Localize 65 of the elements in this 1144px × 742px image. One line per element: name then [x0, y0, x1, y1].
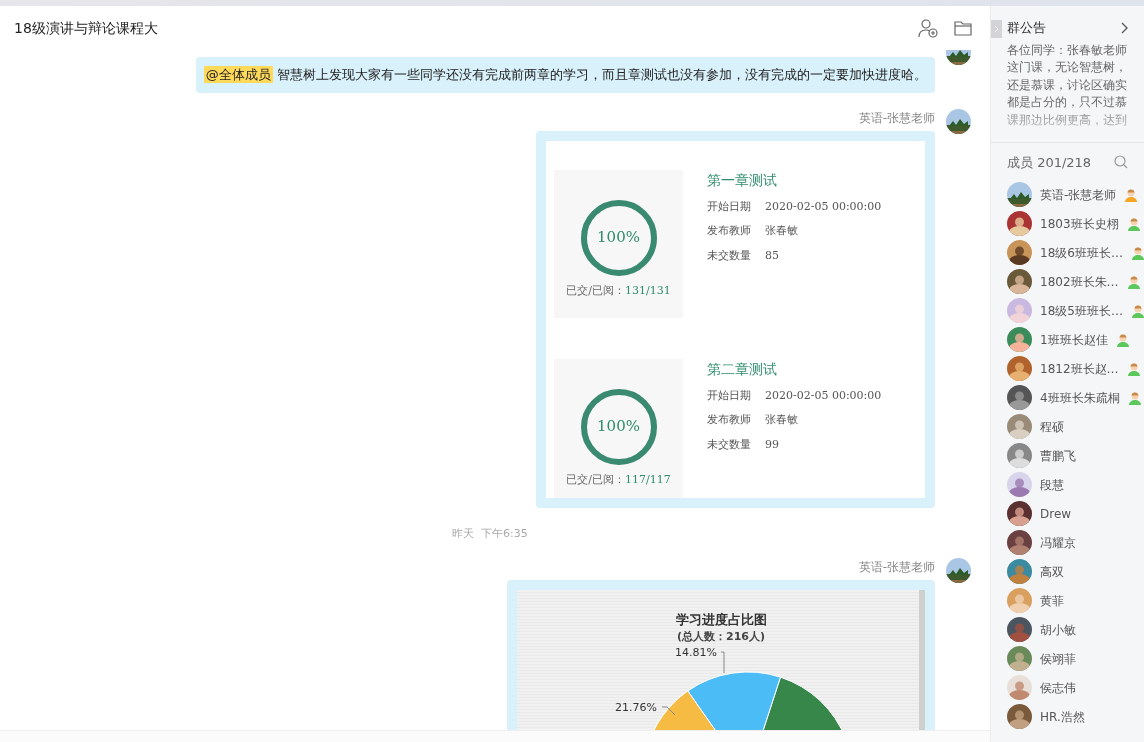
person-icon [1115, 332, 1130, 347]
member-item[interactable]: HR.浩然 [991, 702, 1144, 731]
person-icon [1124, 187, 1139, 202]
data-label: 21.76% [615, 701, 657, 714]
quiz-title: 第二章测试 [707, 359, 778, 379]
search-icon[interactable] [1114, 155, 1128, 170]
person-icon [1130, 245, 1144, 260]
member-item[interactable]: 1812班长赵… [991, 354, 1144, 383]
input-area[interactable] [0, 730, 990, 742]
member-item[interactable]: 1班班长赵佳 [991, 325, 1144, 354]
member-item[interactable]: 段慧 [991, 470, 1144, 499]
member-item[interactable]: Drew [991, 499, 1144, 528]
person-icon [1130, 303, 1144, 318]
field-label: 未交数量 [707, 247, 752, 264]
member-item[interactable]: 1803班长史栩 [991, 209, 1144, 238]
chat-title: 18级演讲与辩论课程大 [14, 18, 158, 38]
field-label: 开始日期 [707, 198, 752, 215]
member-item[interactable]: 曹鹏飞 [991, 441, 1144, 470]
chart-subtitle: (总人数：216人) [677, 630, 765, 643]
field-value: 2020-02-05 00:00:00 [765, 198, 882, 215]
submission-count: 117/117 [625, 471, 671, 488]
person-icon [1126, 216, 1141, 231]
add-member-icon[interactable] [918, 18, 938, 38]
field-value: 张春敏 [765, 223, 798, 239]
member-item[interactable]: 18级6班班长… [991, 238, 1144, 267]
folder-icon[interactable] [954, 20, 972, 36]
field-value: 85 [765, 247, 779, 264]
member-item[interactable]: 黄菲 [991, 586, 1144, 615]
field-value: 张春敏 [765, 412, 798, 428]
notice-text: 各位同学：张春敏老师这门课，无论智慧树，还是慕课，讨论区确实都是占分的，只不过慕课那边比例更高，达到 [1007, 41, 1128, 129]
notice-title: 群公告 [1007, 19, 1046, 37]
timestamp: 昨天 下午6:35 [452, 525, 528, 542]
field-label: 未交数量 [707, 436, 752, 453]
member-item[interactable]: 侯志伟 [991, 673, 1144, 702]
quiz-title: 第一章测试 [707, 170, 778, 190]
field-label: 发布教师 [707, 223, 752, 239]
field-label: 开始日期 [707, 387, 752, 404]
submission-label: 已交/已阅： [566, 471, 625, 488]
chevron-right-icon[interactable] [1120, 21, 1128, 34]
member-item[interactable]: 冯耀京 [991, 528, 1144, 557]
leader-line [720, 651, 725, 674]
chart-title: 学习进度占比图 [675, 612, 767, 627]
submission-label: 已交/已阅： [566, 282, 625, 299]
field-value: 99 [765, 436, 779, 453]
person-icon [1126, 361, 1141, 376]
members-count: 成员 201/218 [1007, 153, 1092, 172]
member-item[interactable]: 英语-张慧老师 [991, 180, 1144, 209]
message-text: @全体成员 智慧树上发现大家有一些同学还没有完成前两章的学习，而且章测试也没有参加，没有完成的一定要加快进度哈。 [203, 66, 927, 83]
chevron-right-icon [993, 25, 1000, 33]
member-item[interactable]: 4班班长朱疏桐 [991, 383, 1144, 412]
leader-line [661, 706, 676, 716]
member-item[interactable]: 高双 [991, 557, 1144, 586]
submission-count: 131/131 [625, 282, 671, 299]
person-icon [1127, 390, 1142, 405]
data-label: 14.81% [675, 646, 717, 659]
member-item[interactable]: 程硕 [991, 412, 1144, 441]
member-item[interactable]: 1802班长朱… [991, 267, 1144, 296]
sender-name: 英语-张慧老师 [858, 559, 935, 576]
member-item[interactable]: 侯翊菲 [991, 644, 1144, 673]
sender-name: 英语-张慧老师 [858, 109, 935, 127]
person-icon [1126, 274, 1141, 289]
member-item[interactable]: 18级5班班长… [991, 296, 1144, 325]
field-label: 发布教师 [707, 412, 752, 428]
field-value: 2020-02-05 00:00:00 [765, 387, 882, 404]
member-item[interactable]: 胡小敏 [991, 615, 1144, 644]
